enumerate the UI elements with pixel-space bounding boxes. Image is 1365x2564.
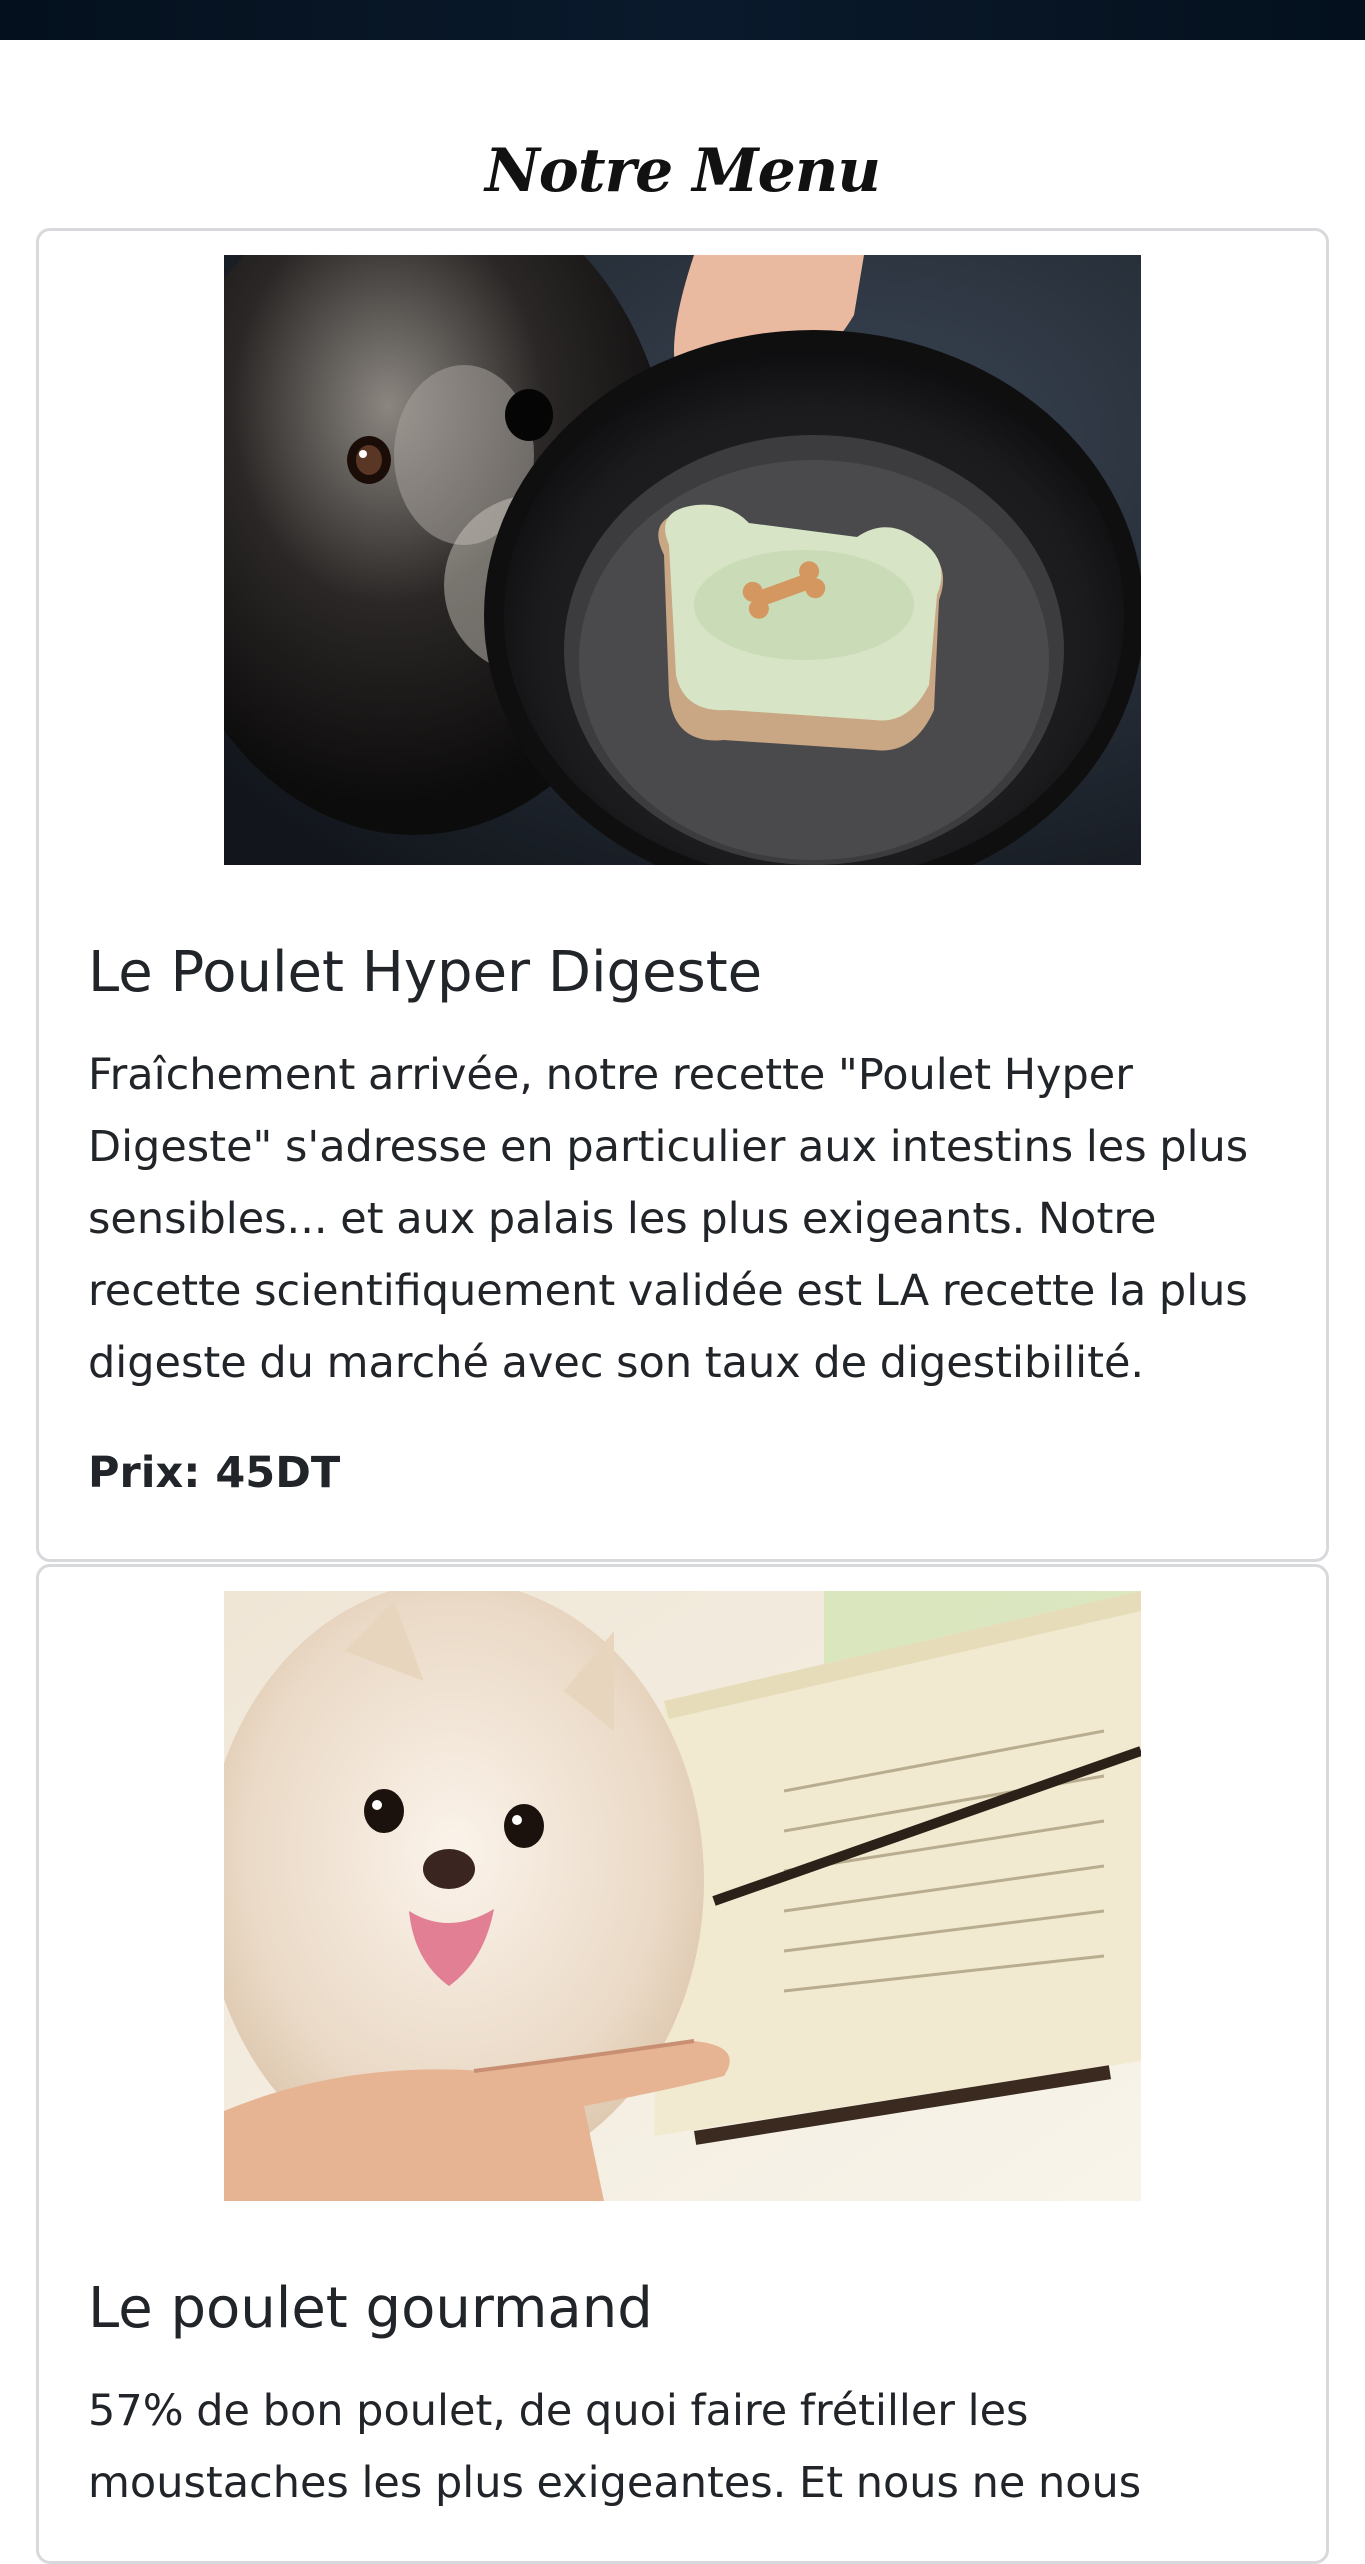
item-price: Prix: 45DT [88,1443,340,1503]
item-title: Le poulet gourmand [88,2276,653,2341]
top-navbar [0,0,1365,40]
item-title: Le Poulet Hyper Digeste [88,940,763,1005]
menu-card: Le poulet gourmand 57% de bon poulet, de… [36,1564,1329,2564]
item-description: 57% de bon poulet, de quoi faire frétill… [88,2386,1142,2508]
page-title: Notre Menu [484,136,881,206]
pomeranian-menu-image [224,1591,1141,2201]
price-label: Prix: [88,1448,201,1498]
item-description: Fraîchement arrivée, notre recette "Poul… [88,1050,1249,1388]
dog-bowl-cake-image [224,255,1141,865]
menu-card: Le Poulet Hyper Digeste Fraîchement arri… [36,228,1329,1562]
price-value: 45DT [215,1448,341,1498]
